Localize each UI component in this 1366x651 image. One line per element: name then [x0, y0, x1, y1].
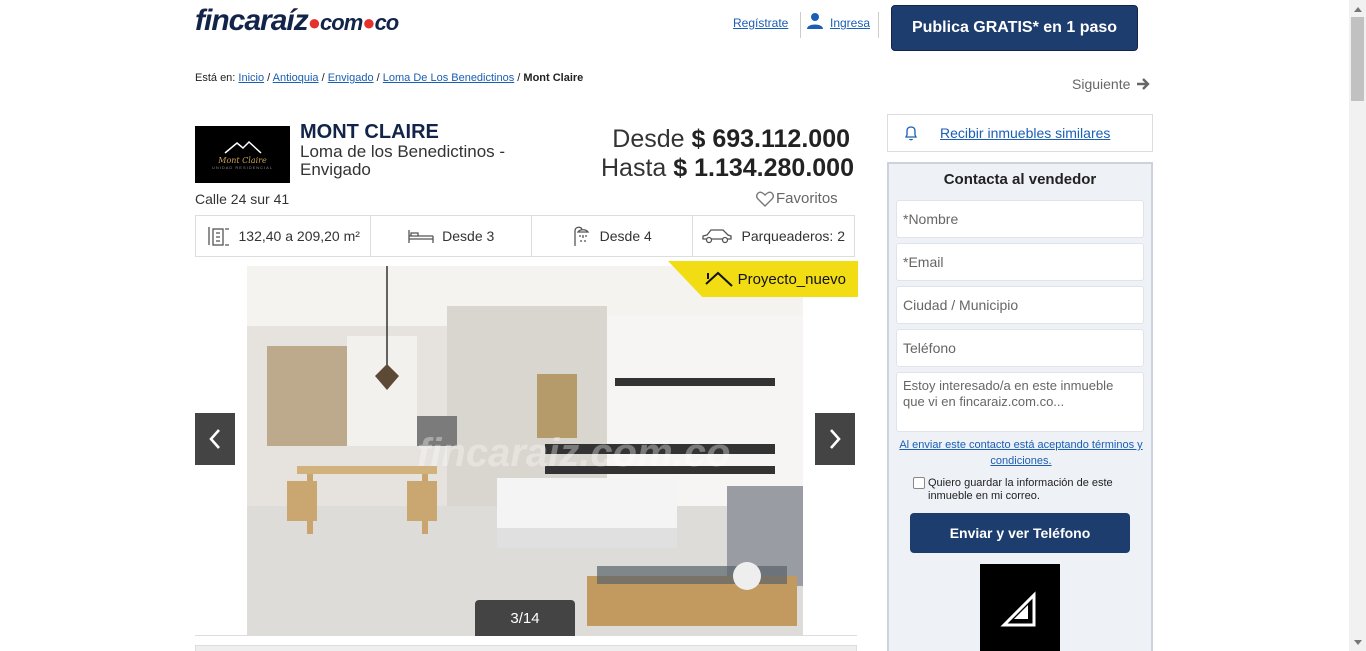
photo-gallery: fincaraiz.com.co Proyecto_nuevo 3/14 [195, 261, 858, 636]
breadcrumb-inicio[interactable]: Inicio [238, 72, 264, 84]
terms-link[interactable]: Al enviar este contacto está aceptando t… [899, 437, 1143, 469]
project-address: Calle 24 sur 41 [195, 191, 290, 207]
scroll-up-button[interactable] [1349, 0, 1366, 17]
badge-label: Proyecto_nuevo [737, 270, 846, 288]
name-field[interactable]: *Nombre [896, 200, 1144, 238]
email-field[interactable]: *Email [896, 243, 1144, 281]
breadcrumb-envigado[interactable]: Envigado [328, 72, 374, 84]
breadcrumb-prefix: Está en: [195, 72, 236, 84]
breadcrumb-current: Mont Claire [523, 72, 584, 84]
breadcrumb-antioquia[interactable]: Antioquia [273, 72, 319, 84]
listing-photo[interactable]: fincaraiz.com.co [247, 266, 803, 636]
message-field[interactable]: Estoy interesado/a en este inmueble que … [896, 372, 1144, 432]
scroll-thumb[interactable] [1351, 17, 1364, 101]
feature-bedrooms: Desde 3 [371, 216, 532, 256]
seller-logo [980, 564, 1060, 651]
save-info-row: Quiero guardar la información de este in… [913, 477, 1143, 503]
similar-label: Recibir inmuebles similares [940, 125, 1111, 141]
login-label: Ingresa [830, 16, 871, 30]
register-link[interactable]: Regístrate [733, 16, 788, 30]
header-divider [878, 12, 879, 38]
photo-counter: 3/14 [475, 600, 575, 636]
feature-parking: Parqueaderos: 2 [693, 216, 855, 256]
similar-listings-link[interactable]: Recibir inmuebles similares [887, 114, 1153, 152]
contact-title: Contacta al vendedor [943, 171, 1097, 188]
car-icon [702, 229, 733, 244]
area-icon [207, 227, 229, 246]
save-info-checkbox[interactable] [913, 477, 925, 489]
city-field[interactable]: Ciudad / Municipio [896, 286, 1144, 324]
price-from: Desde $ 693.112.000 [612, 125, 851, 153]
project-logo: Mont Claire UNIDAD RESIDENCIAL [195, 126, 290, 183]
shower-icon [574, 226, 589, 246]
breadcrumb-loma[interactable]: Loma De Los Benedictinos [383, 72, 514, 84]
arrow-right-icon [1137, 78, 1151, 90]
mountain-icon [224, 140, 262, 154]
page-scrollbar[interactable] [1349, 0, 1366, 651]
send-contact-button[interactable]: Enviar y ver Teléfono [910, 513, 1130, 553]
features-bar: 132,40 a 209,20 m² Desde 3 Desde 4 Parqu… [195, 215, 855, 257]
user-icon [807, 13, 823, 29]
content-strip [195, 645, 857, 651]
project-title: MONT CLAIRE [300, 121, 439, 143]
login-link[interactable]: Ingresa [806, 12, 870, 30]
caret-down-icon [1353, 639, 1362, 645]
gallery-prev-button[interactable] [195, 413, 235, 465]
header-divider [800, 12, 801, 38]
bed-icon [408, 230, 434, 243]
gallery-next-button[interactable] [815, 413, 855, 465]
favorites-label: Favoritos [776, 190, 838, 207]
project-location: Loma de los Benedictinos - Envigado [300, 142, 506, 179]
contact-form: Contacta al vendedor *Nombre *Email Ciud… [887, 162, 1153, 651]
breadcrumb: Está en: Inicio / Antioquia / Envigado /… [195, 72, 584, 84]
project-logo-name: Mont Claire [218, 155, 267, 165]
price-to: Hasta $ 1.134.280.000 [601, 154, 854, 182]
bell-icon [904, 126, 918, 141]
chevron-left-icon [209, 429, 220, 449]
chevron-right-icon [830, 429, 841, 449]
price-from-value: $ 693.112.000 [691, 125, 851, 153]
scroll-down-button[interactable] [1349, 634, 1366, 651]
favorites-button[interactable]: Favoritos [756, 190, 838, 207]
caret-up-icon [1353, 6, 1362, 12]
heart-icon [756, 191, 774, 207]
project-logo-sub: UNIDAD RESIDENCIAL [211, 164, 274, 170]
watermark-text: fincaraiz.com.co [417, 431, 730, 475]
seller-logo-mark [1000, 591, 1036, 627]
roof-icon [704, 271, 733, 287]
logo-text: fincaraíz [195, 4, 309, 37]
next-listing-link[interactable]: Siguiente [1072, 76, 1151, 92]
price-to-value: $ 1.134.280.000 [673, 154, 854, 182]
feature-area: 132,40 a 209,20 m² [196, 216, 372, 256]
publish-free-button[interactable]: Publica GRATIS* en 1 paso [891, 5, 1138, 51]
phone-field[interactable]: Teléfono [896, 329, 1144, 367]
interior-photo: fincaraiz.com.co [247, 266, 803, 636]
save-info-label: Quiero guardar la información de este in… [928, 477, 1113, 502]
next-label: Siguiente [1072, 76, 1131, 92]
site-logo[interactable]: fincaraíz●com●co [195, 4, 399, 38]
page: fincaraíz●com●co Regístrate Ingresa Publ… [0, 0, 1366, 651]
feature-bathrooms: Desde 4 [532, 216, 693, 256]
